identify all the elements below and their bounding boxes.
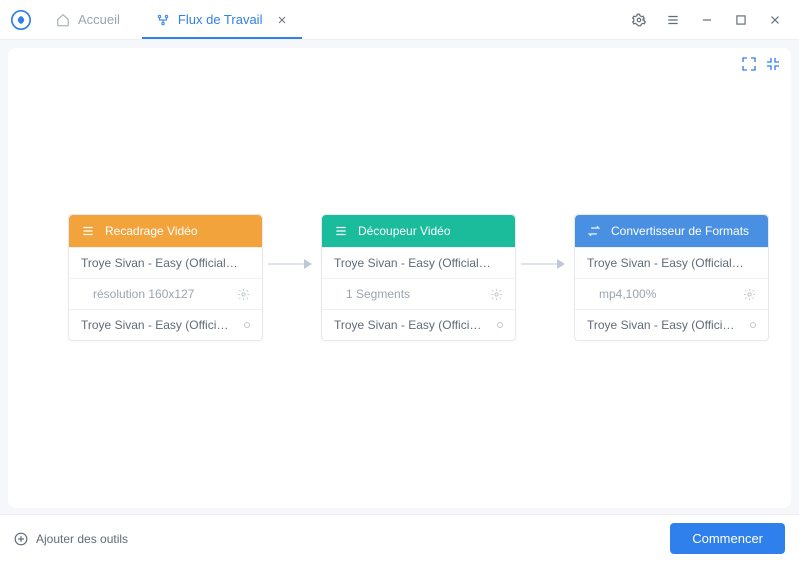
minimize-button[interactable] xyxy=(695,8,719,32)
card-output-row: Troye Sivan - Easy (Offici… xyxy=(575,309,768,340)
tab-home[interactable]: Accueil xyxy=(38,0,138,39)
card-header: Convertisseur de Formats xyxy=(575,215,768,247)
card-setting-row: résolution 160x127 xyxy=(69,278,262,309)
output-node[interactable] xyxy=(244,322,250,328)
gear-icon[interactable] xyxy=(743,288,756,301)
tab-label: Accueil xyxy=(78,12,120,27)
expand-icon[interactable] xyxy=(741,56,757,72)
workflow-icon xyxy=(156,13,170,27)
gear-icon[interactable] xyxy=(490,288,503,301)
home-icon xyxy=(56,13,70,27)
card-title: Convertisseur de Formats xyxy=(611,224,749,238)
app-logo xyxy=(10,9,32,31)
card-header: Recadrage Vidéo xyxy=(69,215,262,247)
list-icon xyxy=(334,224,348,238)
connector-arrow xyxy=(268,255,312,273)
swap-icon xyxy=(587,224,601,238)
footer: Ajouter des outils Commencer xyxy=(0,514,799,562)
window-controls xyxy=(627,8,793,32)
add-tools-button[interactable]: Ajouter des outils xyxy=(14,532,128,546)
workflow-card-convert[interactable]: Convertisseur de Formats Troye Sivan - E… xyxy=(574,214,769,341)
card-input-row: Troye Sivan - Easy (Official… xyxy=(69,247,262,278)
menu-button[interactable] xyxy=(661,8,685,32)
start-button[interactable]: Commencer xyxy=(670,523,785,554)
card-setting-row: 1 Segments xyxy=(322,278,515,309)
card-title: Recadrage Vidéo xyxy=(105,224,198,238)
card-input-row: Troye Sivan - Easy (Official… xyxy=(575,247,768,278)
workflow-card-crop[interactable]: Recadrage Vidéo Troye Sivan - Easy (Offi… xyxy=(68,214,263,341)
card-input-row: Troye Sivan - Easy (Official… xyxy=(322,247,515,278)
card-header: Découpeur Vidéo xyxy=(322,215,515,247)
output-node[interactable] xyxy=(497,322,503,328)
tab-label: Flux de Travail xyxy=(178,12,263,27)
settings-button[interactable] xyxy=(627,8,651,32)
gear-icon[interactable] xyxy=(237,288,250,301)
card-output-row: Troye Sivan - Easy (Offici… xyxy=(69,309,262,340)
titlebar: Accueil Flux de Travail xyxy=(0,0,799,40)
connector-arrow xyxy=(521,255,565,273)
workspace-canvas[interactable]: Recadrage Vidéo Troye Sivan - Easy (Offi… xyxy=(8,48,791,508)
card-output-row: Troye Sivan - Easy (Offici… xyxy=(322,309,515,340)
collapse-icon[interactable] xyxy=(765,56,781,72)
card-setting-row: mp4,100% xyxy=(575,278,768,309)
output-node[interactable] xyxy=(750,322,756,328)
tab-workflow[interactable]: Flux de Travail xyxy=(138,0,307,39)
close-icon[interactable] xyxy=(276,14,288,26)
tabbar: Accueil Flux de Travail xyxy=(38,0,306,39)
workflow-row: Recadrage Vidéo Troye Sivan - Easy (Offi… xyxy=(68,214,769,341)
card-title: Découpeur Vidéo xyxy=(358,224,451,238)
add-tools-label: Ajouter des outils xyxy=(36,532,128,546)
close-button[interactable] xyxy=(763,8,787,32)
list-icon xyxy=(81,224,95,238)
maximize-button[interactable] xyxy=(729,8,753,32)
workflow-card-cut[interactable]: Découpeur Vidéo Troye Sivan - Easy (Offi… xyxy=(321,214,516,341)
